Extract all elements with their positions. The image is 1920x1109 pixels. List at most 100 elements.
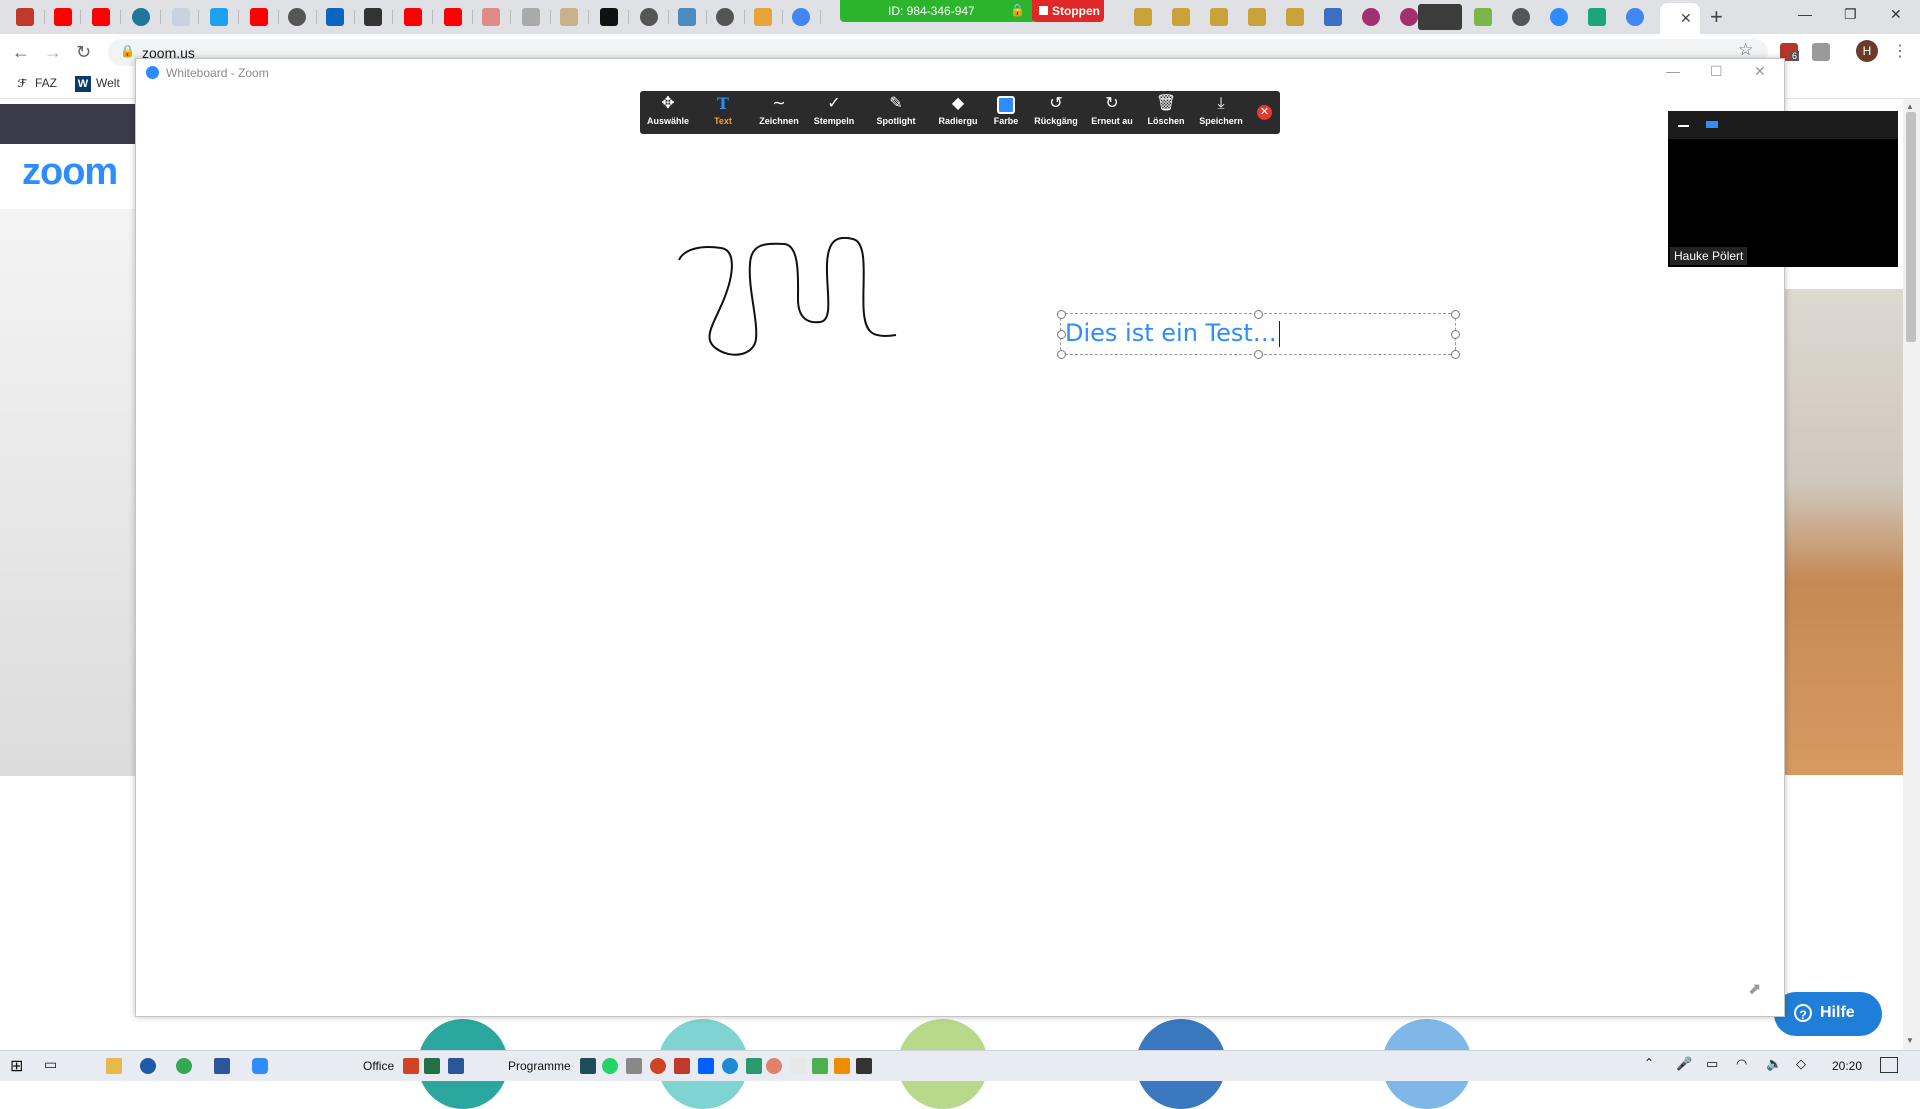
app-icon[interactable] (856, 1058, 872, 1074)
globe-icon[interactable] (288, 8, 306, 26)
app-icon[interactable] (790, 1058, 806, 1074)
tab-favicon-icon[interactable] (172, 8, 190, 26)
task-view-icon[interactable]: ▭ (44, 1056, 57, 1073)
close-tab-icon[interactable]: ✕ (1680, 10, 1692, 27)
app-icon[interactable] (746, 1058, 762, 1074)
word-icon[interactable] (214, 1058, 230, 1074)
new-tab-icon[interactable]: + (1710, 4, 1723, 30)
app-icon[interactable] (650, 1058, 666, 1074)
participant-video[interactable]: Hauke Pölert (1668, 111, 1898, 267)
text-annotation[interactable]: Dies ist ein Test… (1057, 310, 1460, 359)
reload-icon[interactable]: ↻ (76, 42, 91, 63)
vlc-icon[interactable] (834, 1058, 850, 1074)
tab-favicon-icon[interactable] (1210, 8, 1228, 26)
tab-favicon-icon[interactable] (600, 8, 618, 26)
windows-start-icon[interactable]: ⊞ (10, 1056, 23, 1076)
microphone-icon[interactable]: 🎤 (1676, 1056, 1692, 1072)
tab-favicon-icon[interactable] (1362, 8, 1380, 26)
twitter-icon[interactable] (210, 8, 228, 26)
tab-favicon-icon[interactable] (560, 8, 578, 26)
whatsapp-icon[interactable] (602, 1058, 618, 1074)
wordpress-icon[interactable] (132, 8, 150, 26)
youtube-icon[interactable] (54, 8, 72, 26)
active-tab[interactable]: ✕ (1660, 3, 1700, 34)
tab-favicon-icon[interactable] (482, 8, 500, 26)
video-view-icon[interactable] (1706, 121, 1718, 128)
whiteboard-drawing[interactable] (136, 59, 1784, 1016)
resize-handle[interactable] (1451, 330, 1460, 339)
back-icon[interactable]: ← (12, 42, 30, 63)
taskbar-group-programme[interactable]: Programme (508, 1059, 571, 1073)
scroll-up-icon[interactable]: ▲ (1906, 102, 1914, 111)
tab-favicon-icon[interactable] (1172, 8, 1190, 26)
minimize-video-icon[interactable] (1678, 125, 1689, 127)
resize-handle[interactable] (1451, 310, 1460, 319)
youtube-icon[interactable] (92, 8, 110, 26)
tab-favicon-icon[interactable] (1588, 8, 1606, 26)
file-explorer-icon[interactable] (106, 1058, 122, 1074)
stop-share-button[interactable]: Stoppen (1032, 0, 1104, 22)
app-icon[interactable] (812, 1058, 828, 1074)
resize-handle[interactable] (1254, 350, 1263, 359)
bookmark-faz[interactable]: ℱ FAZ (14, 76, 57, 92)
linkedin-icon[interactable] (326, 8, 344, 26)
menu-lines-icon[interactable] (1418, 4, 1462, 30)
zoom-app-icon[interactable] (252, 1058, 268, 1074)
resize-handle[interactable] (1057, 310, 1066, 319)
forward-icon[interactable]: → (44, 42, 62, 63)
dropbox-icon[interactable] (698, 1058, 714, 1074)
wifi-icon[interactable]: ◠ (1736, 1056, 1747, 1072)
globe-icon[interactable] (716, 8, 734, 26)
close-window-icon[interactable]: ✕ (1890, 6, 1902, 23)
volume-icon[interactable]: 🔈 (1766, 1056, 1782, 1072)
youtube-icon[interactable] (444, 8, 462, 26)
browser-menu-icon[interactable]: ⋮ (1892, 41, 1908, 61)
minimize-icon[interactable]: — (1798, 6, 1812, 22)
youtube-icon[interactable] (404, 8, 422, 26)
resize-handle[interactable] (1254, 310, 1263, 319)
tab-favicon-icon[interactable] (1248, 8, 1266, 26)
scroll-down-icon[interactable]: ▼ (1906, 1036, 1914, 1045)
tab-favicon-icon[interactable] (1400, 8, 1418, 26)
dropbox-tray-icon[interactable]: ◇ (1796, 1056, 1806, 1072)
tab-favicon-icon[interactable] (1286, 8, 1304, 26)
battery-icon[interactable]: ▭ (1706, 1056, 1718, 1072)
globe-icon[interactable] (1512, 8, 1530, 26)
tab-favicon-icon[interactable] (678, 8, 696, 26)
resize-handle[interactable] (1057, 350, 1066, 359)
resize-handle[interactable] (1451, 350, 1460, 359)
tray-chevron-icon[interactable]: ⌃ (1644, 1056, 1654, 1070)
app-icon[interactable] (674, 1058, 690, 1074)
annotation-text[interactable]: Dies ist ein Test… (1065, 319, 1280, 347)
clock[interactable]: 20:20 (1832, 1059, 1862, 1073)
tab-favicon-icon[interactable] (754, 8, 772, 26)
share-icon[interactable]: ⬈ (1748, 979, 1761, 999)
avatar[interactable]: H (1856, 40, 1878, 62)
powerpoint-icon[interactable] (403, 1058, 419, 1074)
youtube-icon[interactable] (250, 8, 268, 26)
word-icon[interactable] (448, 1058, 464, 1074)
chrome-icon[interactable] (176, 1058, 192, 1074)
app-icon[interactable] (766, 1058, 782, 1074)
bookmark-welt[interactable]: W Welt (75, 76, 120, 92)
tab-favicon-icon[interactable] (1324, 8, 1342, 26)
restore-icon[interactable]: ❐ (1844, 6, 1857, 23)
app-icon[interactable] (140, 1058, 156, 1074)
extension-grid-icon[interactable] (1812, 43, 1830, 61)
taskbar-group-office[interactable]: Office (363, 1059, 394, 1073)
scrollbar-thumb[interactable] (1906, 112, 1916, 342)
freehand-stroke[interactable] (678, 236, 897, 356)
google-icon[interactable] (1626, 8, 1644, 26)
notification-icon[interactable] (1880, 1057, 1898, 1073)
globe-icon[interactable] (640, 8, 658, 26)
app-icon[interactable] (626, 1058, 642, 1074)
meeting-id-bar[interactable]: ID: 984-346-947 🔒 (840, 0, 1036, 22)
bookmark-star-icon[interactable]: ☆ (1738, 40, 1753, 60)
app-icon[interactable] (722, 1058, 738, 1074)
zoom-logo[interactable]: zoom (22, 151, 118, 194)
app-icon[interactable] (580, 1058, 596, 1074)
google-icon[interactable] (792, 8, 810, 26)
tab-favicon-icon[interactable] (16, 8, 34, 26)
ampersand-icon[interactable] (364, 8, 382, 26)
tab-favicon-icon[interactable] (1474, 8, 1492, 26)
